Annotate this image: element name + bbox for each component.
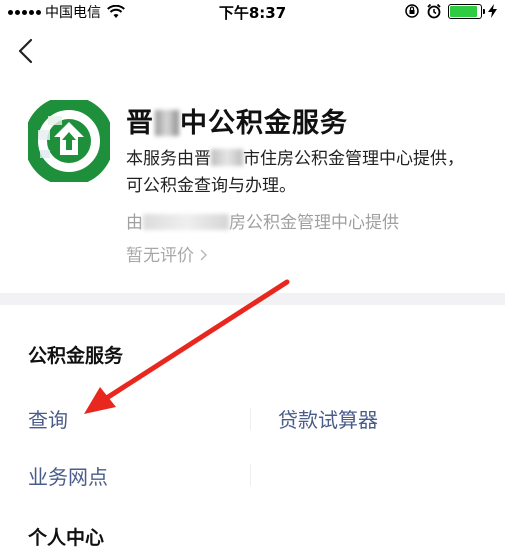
status-bar: 中国电信 下午8:37: [0, 0, 505, 22]
alarm-icon: [427, 3, 441, 19]
redacted-block: [211, 149, 243, 166]
title-end: 中公积金服务: [180, 108, 348, 139]
redacted-block: [143, 214, 229, 230]
title-start: 晋: [126, 108, 154, 139]
loan-calculator-link[interactable]: 贷款试算器: [278, 404, 378, 433]
charging-icon: [488, 4, 497, 18]
provider-suffix: 房公积金管理中心提供: [229, 213, 399, 233]
rating-link[interactable]: 暂无评价: [126, 241, 208, 266]
redacted-block: [155, 110, 179, 136]
column-separator: [250, 408, 251, 430]
column-separator: [250, 464, 251, 486]
rating-text: 暂无评价: [126, 246, 194, 266]
business-outlets-link[interactable]: 业务网点: [28, 461, 108, 490]
service-title: 晋中公积金服务: [126, 101, 348, 140]
provider-prefix: 由: [126, 213, 143, 233]
housing-fund-logo-icon: [28, 100, 110, 182]
desc-part1: 本服务由晋: [126, 149, 211, 169]
rotation-lock-icon: [405, 4, 419, 18]
section-title-gjj: 公积金服务: [28, 345, 124, 367]
chevron-right-icon: [200, 249, 208, 261]
section-divider: [0, 293, 505, 305]
query-link[interactable]: 查询: [28, 404, 68, 433]
chevron-left-icon: [18, 38, 33, 64]
service-provider: 由 房公积金管理中心提供: [126, 208, 399, 233]
status-right: [404, 3, 497, 19]
service-description: 本服务由晋 市住房公积金管理中心提供，可公积金查询与办理。: [126, 146, 466, 200]
battery-fill: [450, 5, 477, 17]
section-title-personal: 个人中心: [28, 527, 105, 548]
back-button[interactable]: [14, 36, 38, 66]
battery-icon: [448, 3, 485, 19]
